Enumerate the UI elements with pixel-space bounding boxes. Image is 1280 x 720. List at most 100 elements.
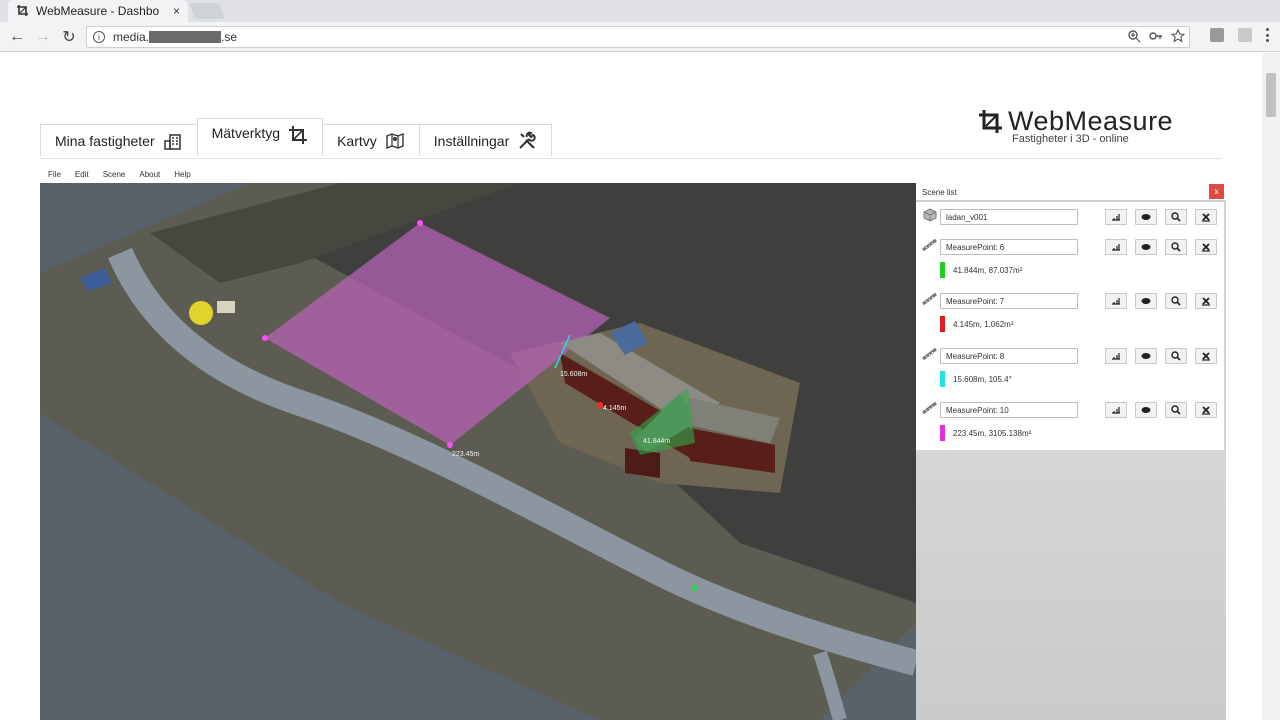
scene-list-body: ladan_v001 MeasurePoint: 6 41.844m, 87.0… xyxy=(916,202,1224,450)
eye-icon xyxy=(1141,244,1151,250)
zoom-icon[interactable] xyxy=(1127,29,1141,43)
map-icon xyxy=(386,132,404,149)
measure-label: 4.145m xyxy=(603,405,627,412)
chart-icon xyxy=(1112,214,1120,221)
tab-label: Kartvy xyxy=(337,132,377,149)
back-arrow-icon[interactable]: ← xyxy=(6,26,28,48)
ruler-icon xyxy=(922,238,937,252)
tab-kartvy[interactable]: Kartvy xyxy=(322,124,420,156)
reload-icon[interactable]: ↻ xyxy=(58,26,80,48)
measure-point[interactable] xyxy=(447,442,453,448)
item-name-field[interactable]: MeasurePoint: 10 xyxy=(940,402,1078,418)
visibility-button[interactable] xyxy=(1135,293,1157,309)
zoom-button[interactable] xyxy=(1165,293,1187,309)
tools-icon xyxy=(519,131,536,149)
measure-meta: 4.145m, 1.062m² xyxy=(953,319,1014,329)
scene-list-panel: Scene list x ladan_v001 MeasurePoint: 6 … xyxy=(916,183,1226,720)
item-name-field[interactable]: MeasurePoint: 6 xyxy=(940,239,1078,255)
tab-installningar[interactable]: Inställningar xyxy=(418,124,553,156)
address-bar[interactable]: i media. .se xyxy=(86,26,1190,48)
zoom-button[interactable] xyxy=(1165,239,1187,255)
delete-button[interactable] xyxy=(1195,239,1217,255)
3d-viewer[interactable]: 223.45m 41.844m 4.145m 15.608m xyxy=(40,183,916,720)
measure-point[interactable] xyxy=(417,220,423,226)
delete-button[interactable] xyxy=(1195,402,1217,418)
main-tabs: Mina fastigheter Mätverktyg Kartvy Instä… xyxy=(40,118,553,156)
item-name-field[interactable]: MeasurePoint: 7 xyxy=(940,293,1078,309)
url-redaction xyxy=(149,31,222,43)
eye-icon xyxy=(1141,353,1151,359)
app-logo: WebMeasure Fastigheter i 3D - online xyxy=(978,106,1173,145)
measure-label: 41.844m xyxy=(643,438,671,445)
cube-icon xyxy=(923,208,937,222)
profile-button[interactable] xyxy=(1105,239,1127,255)
visibility-button[interactable] xyxy=(1135,239,1157,255)
visibility-button[interactable] xyxy=(1135,348,1157,364)
scene-list-header: Scene list x xyxy=(916,183,1226,201)
tab-mina-fastigheter[interactable]: Mina fastigheter xyxy=(40,124,198,156)
menu-scene[interactable]: Scene xyxy=(103,170,126,179)
menu-dots-icon[interactable] xyxy=(1266,28,1270,42)
trash-icon xyxy=(1202,406,1210,415)
new-tab-button[interactable] xyxy=(189,3,225,19)
url-prefix: media. xyxy=(113,30,150,44)
trash-icon xyxy=(1202,213,1210,222)
item-name-field[interactable]: ladan_v001 xyxy=(940,209,1078,225)
measure-label: 15.608m xyxy=(560,371,588,378)
profile-button[interactable] xyxy=(1105,209,1127,225)
measure-meta: 15.608m, 105.4° xyxy=(953,374,1012,384)
close-icon[interactable]: x xyxy=(1209,184,1224,199)
search-icon xyxy=(1171,242,1181,252)
tab-label: Mätverktyg xyxy=(211,125,281,141)
color-swatch xyxy=(940,371,945,387)
page-scrollbar[interactable] xyxy=(1262,53,1280,720)
menu-bar: File Edit Scene About Help xyxy=(48,170,191,179)
measure-point-green[interactable] xyxy=(692,585,698,591)
delete-button[interactable] xyxy=(1195,348,1217,364)
building-icon xyxy=(163,133,181,150)
forward-arrow-icon[interactable]: → xyxy=(32,26,54,48)
chart-icon xyxy=(1112,353,1120,360)
trash-icon xyxy=(1202,297,1210,306)
color-swatch xyxy=(940,262,945,278)
profile-button[interactable] xyxy=(1105,348,1127,364)
scroll-thumb[interactable] xyxy=(1266,73,1276,117)
color-swatch xyxy=(940,425,945,441)
measure-meta: 223.45m, 3105.138m² xyxy=(953,428,1032,438)
browser-toolbar: ← → ↻ i media. .se xyxy=(0,22,1280,52)
tab-matverktyg[interactable]: Mätverktyg xyxy=(196,118,324,156)
eye-icon xyxy=(1141,298,1151,304)
extension-icon[interactable] xyxy=(1210,28,1224,42)
chart-icon xyxy=(1112,407,1120,414)
zoom-button[interactable] xyxy=(1165,348,1187,364)
search-icon xyxy=(1171,296,1181,306)
visibility-button[interactable] xyxy=(1135,402,1157,418)
browser-tabbar: WebMeasure - Dashbo × xyxy=(0,0,1280,22)
visibility-button[interactable] xyxy=(1135,209,1157,225)
zoom-button[interactable] xyxy=(1165,402,1187,418)
key-icon[interactable] xyxy=(1149,29,1163,43)
eye-icon xyxy=(1141,214,1151,220)
ruler-icon xyxy=(922,292,937,306)
tab-close-icon[interactable]: × xyxy=(173,4,180,18)
eye-icon xyxy=(1141,407,1151,413)
menu-file[interactable]: File xyxy=(48,170,61,179)
delete-button[interactable] xyxy=(1195,293,1217,309)
menu-about[interactable]: About xyxy=(139,170,160,179)
menu-edit[interactable]: Edit xyxy=(75,170,89,179)
profile-button[interactable] xyxy=(1105,402,1127,418)
extension-icon[interactable] xyxy=(1238,28,1252,42)
item-name-field[interactable]: MeasurePoint: 8 xyxy=(940,348,1078,364)
measure-point[interactable] xyxy=(262,335,268,341)
profile-button[interactable] xyxy=(1105,293,1127,309)
info-icon[interactable]: i xyxy=(93,31,105,43)
zoom-button[interactable] xyxy=(1165,209,1187,225)
delete-button[interactable] xyxy=(1195,209,1217,225)
ruler-icon xyxy=(922,401,937,415)
browser-tab[interactable]: WebMeasure - Dashbo × xyxy=(8,0,188,22)
menu-help[interactable]: Help xyxy=(174,170,190,179)
crop-icon xyxy=(17,5,28,16)
search-icon xyxy=(1171,212,1181,222)
trash-icon xyxy=(1202,352,1210,361)
star-icon[interactable] xyxy=(1171,29,1185,43)
